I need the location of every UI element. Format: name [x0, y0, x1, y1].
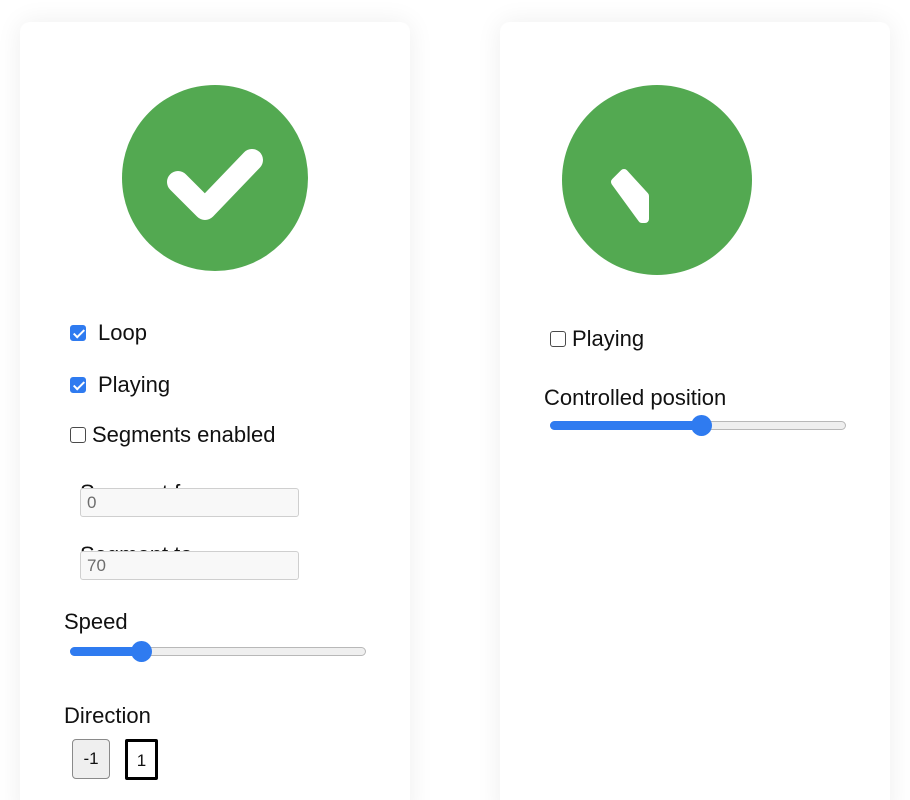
controlled-position-slider-thumb[interactable]	[690, 415, 712, 436]
page: Loop Playing Segments enabled Segment fr…	[0, 0, 910, 800]
playing-checkbox-row[interactable]: Playing	[70, 372, 170, 398]
loop-checkbox[interactable]	[70, 325, 86, 341]
left-player-card: Loop Playing Segments enabled Segment fr…	[20, 22, 410, 800]
speed-label: Speed	[64, 609, 128, 634]
playing-checkbox[interactable]	[70, 377, 86, 393]
checkmark-icon	[167, 149, 263, 220]
controlled-position-label: Controlled position	[544, 385, 727, 410]
controlled-position-slider-fill	[550, 421, 701, 430]
speed-slider-thumb[interactable]	[130, 641, 152, 662]
loop-checkbox-row[interactable]: Loop	[70, 320, 147, 346]
right-lottie-animation	[562, 85, 752, 275]
controlled-position-slider[interactable]	[550, 415, 846, 437]
segment-from-input[interactable]: 0	[80, 488, 299, 517]
segment-to-input[interactable]: 70	[80, 551, 299, 580]
right-playing-checkbox-row[interactable]: Playing	[550, 326, 644, 352]
right-playing-label: Playing	[572, 326, 645, 351]
segments-enabled-checkbox-row[interactable]: Segments enabled	[70, 422, 275, 448]
playing-label: Playing	[98, 372, 171, 397]
direction-one-button[interactable]: 1	[125, 739, 158, 780]
segments-enabled-checkbox[interactable]	[70, 427, 86, 443]
loop-label: Loop	[98, 320, 147, 345]
left-lottie-animation	[122, 85, 308, 271]
direction-minus-one-button[interactable]: -1	[72, 739, 110, 779]
speed-slider[interactable]	[70, 641, 366, 663]
segments-enabled-label: Segments enabled	[92, 422, 276, 447]
right-playing-checkbox[interactable]	[550, 331, 566, 347]
direction-label: Direction	[64, 703, 151, 728]
right-player-card: Playing Controlled position	[500, 22, 890, 800]
partial-checkmark-icon	[611, 169, 649, 223]
